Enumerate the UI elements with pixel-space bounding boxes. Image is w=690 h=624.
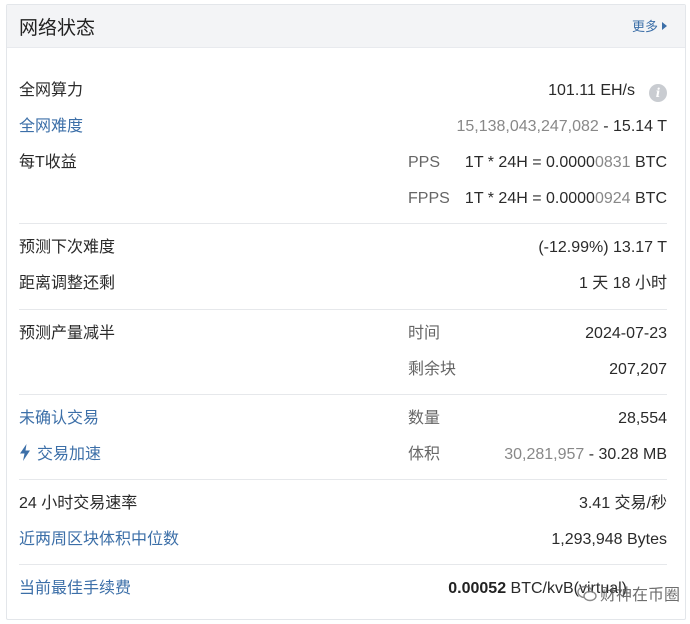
difficulty-value: 15,138,043,247,082 - 15.14 T	[456, 115, 667, 139]
pps-label: PPS	[408, 154, 441, 171]
more-label: 更多	[631, 19, 658, 34]
best-fee-link[interactable]: 当前最佳手续费	[19, 577, 131, 601]
pps-tail: 0831	[594, 154, 631, 171]
accelerate-link[interactable]: 交易加速	[19, 443, 101, 469]
halving-blocks-row: 剩余块 207,207	[19, 358, 667, 382]
income-label: 每T收益	[19, 154, 77, 171]
tx-rate-label: 24 小时交易速率	[19, 495, 138, 512]
size-value: 30,281,957 - 30.28 MB	[504, 443, 667, 467]
unconfirmed-row: 未确认交易 数量 28,554	[19, 407, 667, 431]
hashrate-value-wrap: 101.11 EH/s i	[548, 79, 667, 103]
hashrate-value: 101.11 EH/s	[548, 82, 635, 99]
hashrate-row: 全网算力 101.11 EH/s i	[19, 79, 667, 103]
divider	[19, 309, 667, 310]
fpps-label: FPPS	[408, 190, 450, 207]
unconfirmed-link[interactable]: 未确认交易	[19, 407, 99, 431]
size-raw: 30,281,957	[504, 446, 585, 463]
unconfirmed-count-label: 数量	[408, 410, 441, 427]
hashrate-label: 全网算力	[19, 82, 84, 99]
divider	[19, 394, 667, 395]
income-row-fpps: FPPS 1T * 24H = 0.00000924 BTC	[19, 187, 667, 211]
unconfirmed-count-value: 28,554	[618, 410, 667, 427]
panel-title: 网络状态	[19, 18, 96, 39]
more-link[interactable]: 更多	[632, 16, 667, 35]
halving-time-label: 时间	[408, 325, 441, 342]
adjust-label: 距离调整还剩	[19, 275, 116, 292]
difficulty-short: 15.14 T	[613, 118, 667, 135]
next-difficulty-row: 预测下次难度 (-12.99%) 13.17 T	[19, 236, 667, 260]
network-status-panel: 网络状态 更多 全网算力 101.11 EH/s i 全网难度 15,138,04…	[6, 4, 686, 620]
size-sep: -	[584, 446, 599, 463]
median-block-row: 近两周区块体积中位数 1,293,948 Bytes	[19, 528, 667, 552]
difficulty-link[interactable]: 全网难度	[19, 115, 83, 139]
difficulty-raw: 15,138,043,247,082	[456, 118, 599, 135]
fpps-value: 1T * 24H = 0.00000924 BTC	[465, 187, 667, 211]
halving-label: 预测产量减半	[19, 325, 116, 342]
watermark: 财神在币圈	[577, 581, 680, 608]
pps-value: 1T * 24H = 0.00000831 BTC	[465, 151, 667, 175]
watermark-text: 财神在币圈	[599, 587, 680, 604]
fpps-formula: 1T * 24H = 0.0000	[464, 190, 595, 207]
median-block-value: 1,293,948 Bytes	[551, 531, 667, 548]
chevron-right-icon	[662, 22, 667, 30]
size-label: 体积	[408, 446, 441, 463]
next-difficulty-label: 预测下次难度	[19, 239, 116, 256]
halving-blocks-label: 剩余块	[408, 361, 457, 378]
difficulty-sep: -	[598, 118, 614, 135]
divider	[19, 223, 667, 224]
accelerate-label: 交易加速	[37, 446, 102, 463]
halving-blocks-value: 207,207	[609, 361, 667, 378]
adjust-row: 距离调整还剩 1 天 18 小时	[19, 272, 667, 296]
divider	[19, 564, 667, 565]
info-icon[interactable]: i	[649, 84, 667, 102]
difficulty-row: 全网难度 15,138,043,247,082 - 15.14 T	[19, 115, 667, 139]
tx-rate-row: 24 小时交易速率 3.41 交易/秒	[19, 492, 667, 516]
size-short: 30.28 MB	[598, 446, 667, 463]
median-block-link[interactable]: 近两周区块体积中位数	[19, 528, 179, 552]
pps-unit: BTC	[630, 154, 667, 171]
income-row-pps: 每T收益 PPS 1T * 24H = 0.00000831 BTC	[19, 151, 667, 175]
fpps-unit: BTC	[630, 190, 667, 207]
pps-formula: 1T * 24H = 0.0000	[464, 154, 595, 171]
tx-rate-value: 3.41 交易/秒	[578, 495, 667, 512]
next-difficulty-value: (-12.99%) 13.17 T	[538, 239, 667, 256]
best-fee-row: 当前最佳手续费 0.00052 BTC/kvB(virtual)	[19, 577, 667, 601]
wechat-icon	[577, 585, 597, 608]
lightning-bolt-icon	[19, 444, 31, 469]
adjust-value: 1 天 18 小时	[578, 275, 667, 292]
best-fee-bold: 0.00052	[448, 580, 507, 597]
panel-header: 网络状态 更多	[7, 5, 685, 48]
halving-time-value: 2024-07-23	[585, 325, 667, 342]
divider	[19, 479, 667, 480]
halving-time-row: 预测产量减半 时间 2024-07-23	[19, 322, 667, 346]
fpps-tail: 0924	[594, 190, 631, 207]
accelerate-row: 交易加速 体积 30,281,957 - 30.28 MB	[19, 443, 667, 467]
